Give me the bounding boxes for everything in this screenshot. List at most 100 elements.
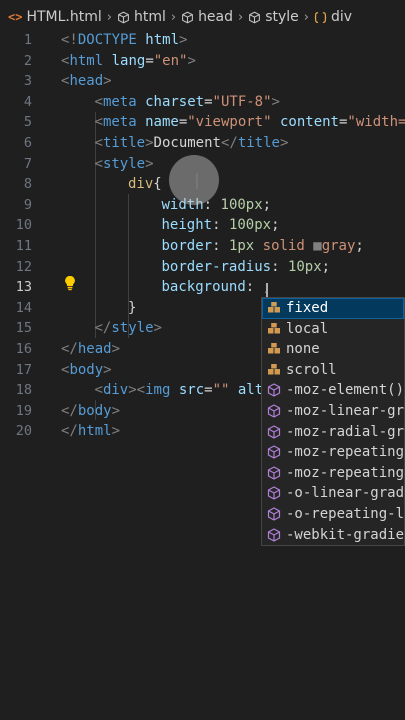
value-icon	[267, 301, 281, 315]
code-token: </	[94, 320, 112, 337]
code-text: <meta charset="UTF-8">	[95, 92, 280, 113]
suggestion-item[interactable]: -moz-repeating	[262, 463, 404, 484]
code-token: >	[145, 155, 154, 172]
code-line[interactable]: 4 <meta charset="UTF-8">	[0, 92, 405, 113]
code-line[interactable]: 12 border-radius: 10px;	[0, 257, 405, 278]
function-cube-icon	[267, 486, 281, 501]
suggestion-label: -o-linear-gradi	[286, 485, 405, 502]
code-line[interactable]: 6 <title>Document</title>	[0, 133, 405, 154]
lightbulb-icon[interactable]	[64, 275, 76, 291]
breadcrumb-label: head	[198, 9, 234, 25]
breadcrumb-label: div	[331, 9, 353, 25]
code-token: >	[153, 320, 162, 337]
code-token: </	[61, 423, 78, 440]
code-token: body	[77, 402, 112, 419]
code-token: DOCTYPE	[77, 32, 137, 48]
color-swatch-icon[interactable]: ■	[313, 238, 321, 254]
code-text: <head>	[61, 71, 112, 92]
code-text: border-radius: 10px;	[162, 257, 331, 278]
function-cube-icon	[267, 466, 281, 480]
code-text: div{	[128, 174, 162, 195]
function-cube-icon	[267, 383, 281, 398]
code-text: </style>	[95, 318, 162, 339]
code-line[interactable]: 1 <!DOCTYPE html>	[0, 30, 405, 51]
suggestion-label: fixed	[286, 300, 329, 316]
line-number: 11	[15, 238, 32, 254]
code-token: border-radius	[161, 258, 272, 275]
autocomplete-suggestions[interactable]: fixed local none scroll -moz-element() -moz-l…	[261, 297, 405, 546]
breadcrumb-item[interactable]: <> HTML.html	[8, 9, 102, 25]
code-token: =	[145, 52, 154, 69]
suggestion-label: scroll	[286, 361, 337, 378]
code-token: <	[94, 155, 103, 172]
chevron-right-icon: ›	[170, 9, 177, 25]
suggestion-item[interactable]: fixed	[262, 298, 404, 319]
code-token: >	[111, 341, 121, 357]
code-token: =	[204, 93, 213, 110]
suggestion-item[interactable]: -moz-element()	[262, 380, 404, 401]
code-token: head	[69, 73, 104, 90]
breadcrumb: <> HTML.html › html › head › style › div	[0, 0, 405, 34]
suggestion-item[interactable]: -o-repeating-li	[262, 504, 404, 525]
code-token: 10px	[287, 258, 322, 275]
cube-icon	[248, 11, 261, 24]
code-token: :	[271, 258, 288, 275]
suggestion-label: -moz-linear-gra	[286, 402, 405, 419]
code-token: Document	[153, 135, 221, 151]
suggestion-item[interactable]: -o-linear-gradi	[262, 483, 404, 504]
chevron-right-icon: ›	[106, 9, 112, 25]
suggestion-item[interactable]: scroll	[262, 360, 404, 381]
code-token: charset	[136, 93, 205, 110]
code-line[interactable]: 13 background: ;	[0, 275, 405, 298]
code-token: <	[94, 93, 103, 110]
code-token: 100px	[220, 196, 263, 213]
code-token: >	[128, 382, 137, 399]
breadcrumb-item[interactable]: html	[117, 9, 166, 25]
code-token: head	[77, 341, 112, 357]
function-cube-icon	[267, 527, 281, 542]
code-line[interactable]: 3 <head>	[0, 71, 405, 92]
code-token: style	[111, 320, 154, 337]
suggestion-item[interactable]: -moz-repeating	[262, 442, 404, 463]
suggestion-label: -o-repeating-li	[286, 505, 405, 522]
suggestion-item[interactable]: none	[262, 339, 404, 360]
code-token: html	[69, 52, 104, 69]
suggestion-label: -webkit-gradier	[286, 526, 405, 543]
suggestion-item[interactable]: -moz-linear-gra	[262, 401, 404, 422]
code-token: ""	[212, 382, 230, 399]
code-token: meta	[102, 93, 137, 110]
code-token: content	[271, 114, 339, 131]
code-token: </	[61, 341, 78, 357]
breadcrumb-item[interactable]: style	[248, 9, 299, 25]
breadcrumb-item[interactable]: div	[314, 9, 352, 25]
code-text: <div><img src="" alt	[95, 380, 264, 401]
code-line[interactable]: 10 height: 100px;	[0, 215, 405, 236]
brace-icon	[314, 11, 327, 24]
code-line[interactable]: 11 border: 1px solid ■gray;	[0, 236, 405, 257]
code-line[interactable]: 5 <meta name="viewport" content="width=	[0, 112, 405, 133]
code-token: =	[178, 114, 188, 131]
code-token: ;	[321, 258, 331, 275]
value-icon	[267, 322, 281, 336]
suggestion-item[interactable]: -moz-radial-gra	[262, 422, 404, 443]
breadcrumb-label: style	[265, 9, 299, 25]
line-number: 3	[23, 73, 32, 90]
code-token: html	[136, 32, 180, 48]
suggestion-item[interactable]: -webkit-gradier	[262, 525, 405, 545]
code-token: <!	[61, 32, 78, 48]
code-token: name	[136, 114, 179, 131]
code-line[interactable]: 2 <html lang="en">	[0, 51, 405, 72]
function-cube-icon	[267, 507, 281, 521]
suggestion-item[interactable]: local	[262, 319, 404, 340]
code-token: style	[102, 155, 146, 172]
suggestion-label: none	[286, 341, 320, 358]
breadcrumb-item[interactable]: head	[181, 9, 233, 25]
code-token: {	[153, 176, 162, 193]
code-text: </body>	[61, 401, 120, 422]
code-token: >	[279, 135, 289, 151]
value-icon	[267, 342, 281, 356]
code-token: :	[212, 238, 229, 254]
breadcrumb-label: HTML.html	[26, 9, 102, 25]
code-token: div	[128, 176, 154, 193]
suggestion-label: -moz-element()	[286, 382, 405, 399]
